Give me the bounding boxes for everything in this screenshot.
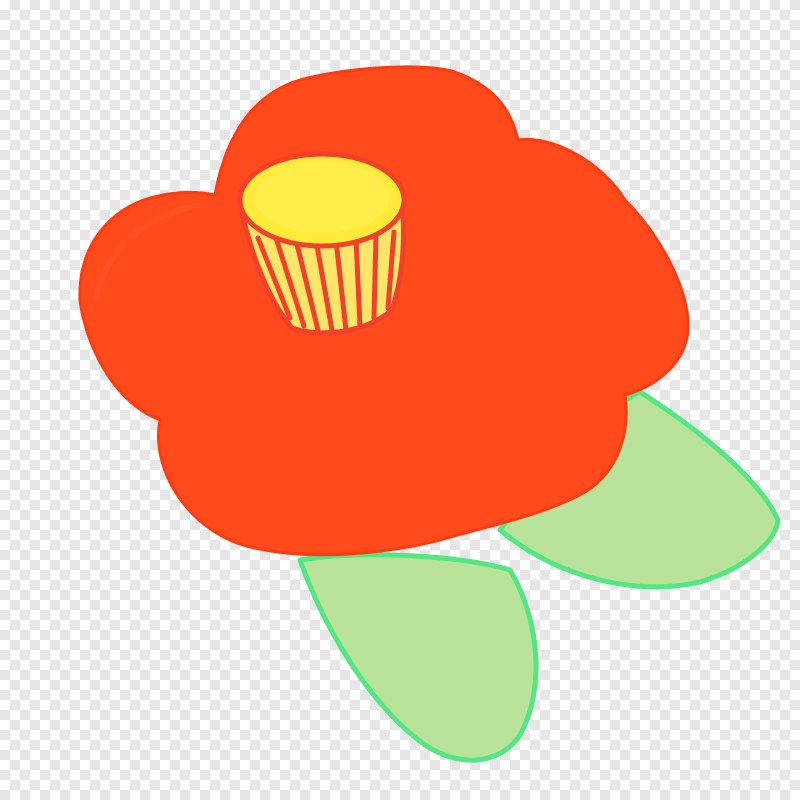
flower-illustration — [78, 65, 781, 763]
left-leaf — [297, 552, 539, 763]
transparent-background — [0, 0, 800, 800]
